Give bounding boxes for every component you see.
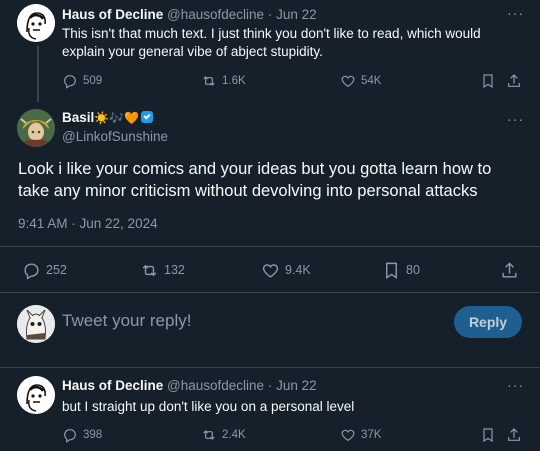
main-author-name-line[interactable]: Basil☀️🎶🧡 [62, 110, 154, 125]
avatar-character-icon [17, 109, 55, 147]
divider [0, 292, 540, 293]
retweet-icon [142, 264, 157, 276]
more-options-icon[interactable]: ··· [507, 5, 524, 21]
retweet-button[interactable]: 2.4K [201, 427, 246, 443]
reply-button[interactable]: 509 [62, 73, 102, 89]
author-name: Basil [62, 110, 95, 125]
dot-separator: · [267, 378, 273, 393]
tweet-haus-1[interactable]: Haus of Decline @hausofdecline · Jun 22 … [0, 0, 540, 102]
heart-icon [262, 263, 279, 278]
tweet-haus-2[interactable]: Haus of Decline @hausofdecline · Jun 22 … [0, 368, 540, 451]
reply-composer: Tweet your reply! Reply [0, 296, 540, 351]
reply-button[interactable]: 252 [22, 261, 67, 280]
retweet-count: 1.6K [222, 75, 246, 87]
tweet-date[interactable]: Jun 22 [276, 7, 317, 22]
tweet-text: but I straight up don't like you on a pe… [62, 399, 355, 414]
retweet-count: 132 [164, 263, 185, 277]
share-icon [502, 261, 517, 278]
tweet3-header: Haus of Decline @hausofdecline · Jun 22 [62, 378, 317, 393]
bookmark-count: 80 [406, 263, 420, 277]
avatar-haus-of-decline[interactable] [17, 376, 55, 414]
verified-badge-icon [141, 111, 154, 123]
bookmark-button[interactable]: 80 [382, 261, 420, 280]
name-emojis: ☀️🎶🧡 [94, 111, 140, 125]
like-button[interactable]: 9.4K [261, 261, 311, 280]
tweet-timestamp[interactable]: 9:41 AM · Jun 22, 2024 [18, 216, 158, 231]
current-user-avatar[interactable] [17, 305, 55, 343]
divider [0, 246, 540, 247]
share-button[interactable] [500, 261, 519, 280]
share-icon [508, 428, 520, 441]
heart-icon [341, 75, 355, 88]
tweet-date[interactable]: Jun 22 [276, 378, 317, 393]
like-button[interactable]: 37K [340, 427, 381, 443]
bookmark-icon [386, 262, 397, 279]
reply-button[interactable]: 398 [62, 427, 102, 443]
reply-input[interactable]: Tweet your reply! [62, 311, 191, 331]
avatar-basil[interactable] [17, 109, 55, 147]
retweet-icon [203, 430, 215, 440]
like-button[interactable]: 54K [340, 73, 381, 89]
share-icon [508, 74, 520, 87]
like-count: 37K [361, 429, 382, 441]
tweet3-actions: 398 2.4K 37K [0, 426, 540, 444]
avatar-drawing-icon [17, 376, 55, 414]
reply-submit-button[interactable]: Reply [454, 306, 522, 338]
author-name[interactable]: Haus of Decline [62, 7, 163, 22]
reply-count: 398 [83, 429, 103, 441]
tweet1-actions: 509 1.6K 54K [0, 72, 540, 90]
tweet1-header: Haus of Decline @hausofdecline · Jun 22 [62, 7, 317, 22]
reply-count: 252 [46, 263, 67, 277]
share-button[interactable] [506, 427, 522, 443]
reply-icon [24, 262, 39, 280]
retweet-count: 2.4K [222, 429, 246, 441]
heart-icon [341, 429, 355, 442]
author-handle[interactable]: @hausofdecline [167, 7, 264, 22]
reply-count: 509 [83, 75, 103, 87]
reply-icon [64, 429, 76, 443]
retweet-button[interactable]: 1.6K [201, 73, 246, 89]
dot-separator: · [267, 7, 273, 22]
retweet-button[interactable]: 132 [140, 261, 185, 280]
more-options-icon[interactable]: ··· [507, 377, 524, 393]
like-count: 54K [361, 75, 382, 87]
author-handle[interactable]: @LinkofSunshine [62, 129, 168, 144]
retweet-icon [203, 76, 215, 86]
bookmark-button[interactable] [480, 73, 496, 89]
avatar-drawing-icon [17, 4, 55, 42]
more-options-icon[interactable]: ··· [507, 111, 524, 127]
avatar-haus-of-decline[interactable] [17, 4, 55, 42]
share-button[interactable] [506, 73, 522, 89]
tweet-text: This isn't that much text. I just think … [62, 26, 481, 59]
main-tweet-text: Look i like your comics and your ideas b… [18, 160, 492, 200]
bookmark-button[interactable] [480, 427, 496, 443]
bookmark-icon [483, 428, 493, 443]
bookmark-icon [483, 74, 493, 89]
author-name[interactable]: Haus of Decline [62, 378, 163, 393]
main-tweet-actions: 252 132 9.4K 80 [0, 259, 540, 281]
reply-icon [64, 75, 76, 89]
author-handle[interactable]: @hausofdecline [167, 378, 264, 393]
avatar-creature-icon [17, 305, 55, 343]
like-count: 9.4K [285, 263, 311, 277]
